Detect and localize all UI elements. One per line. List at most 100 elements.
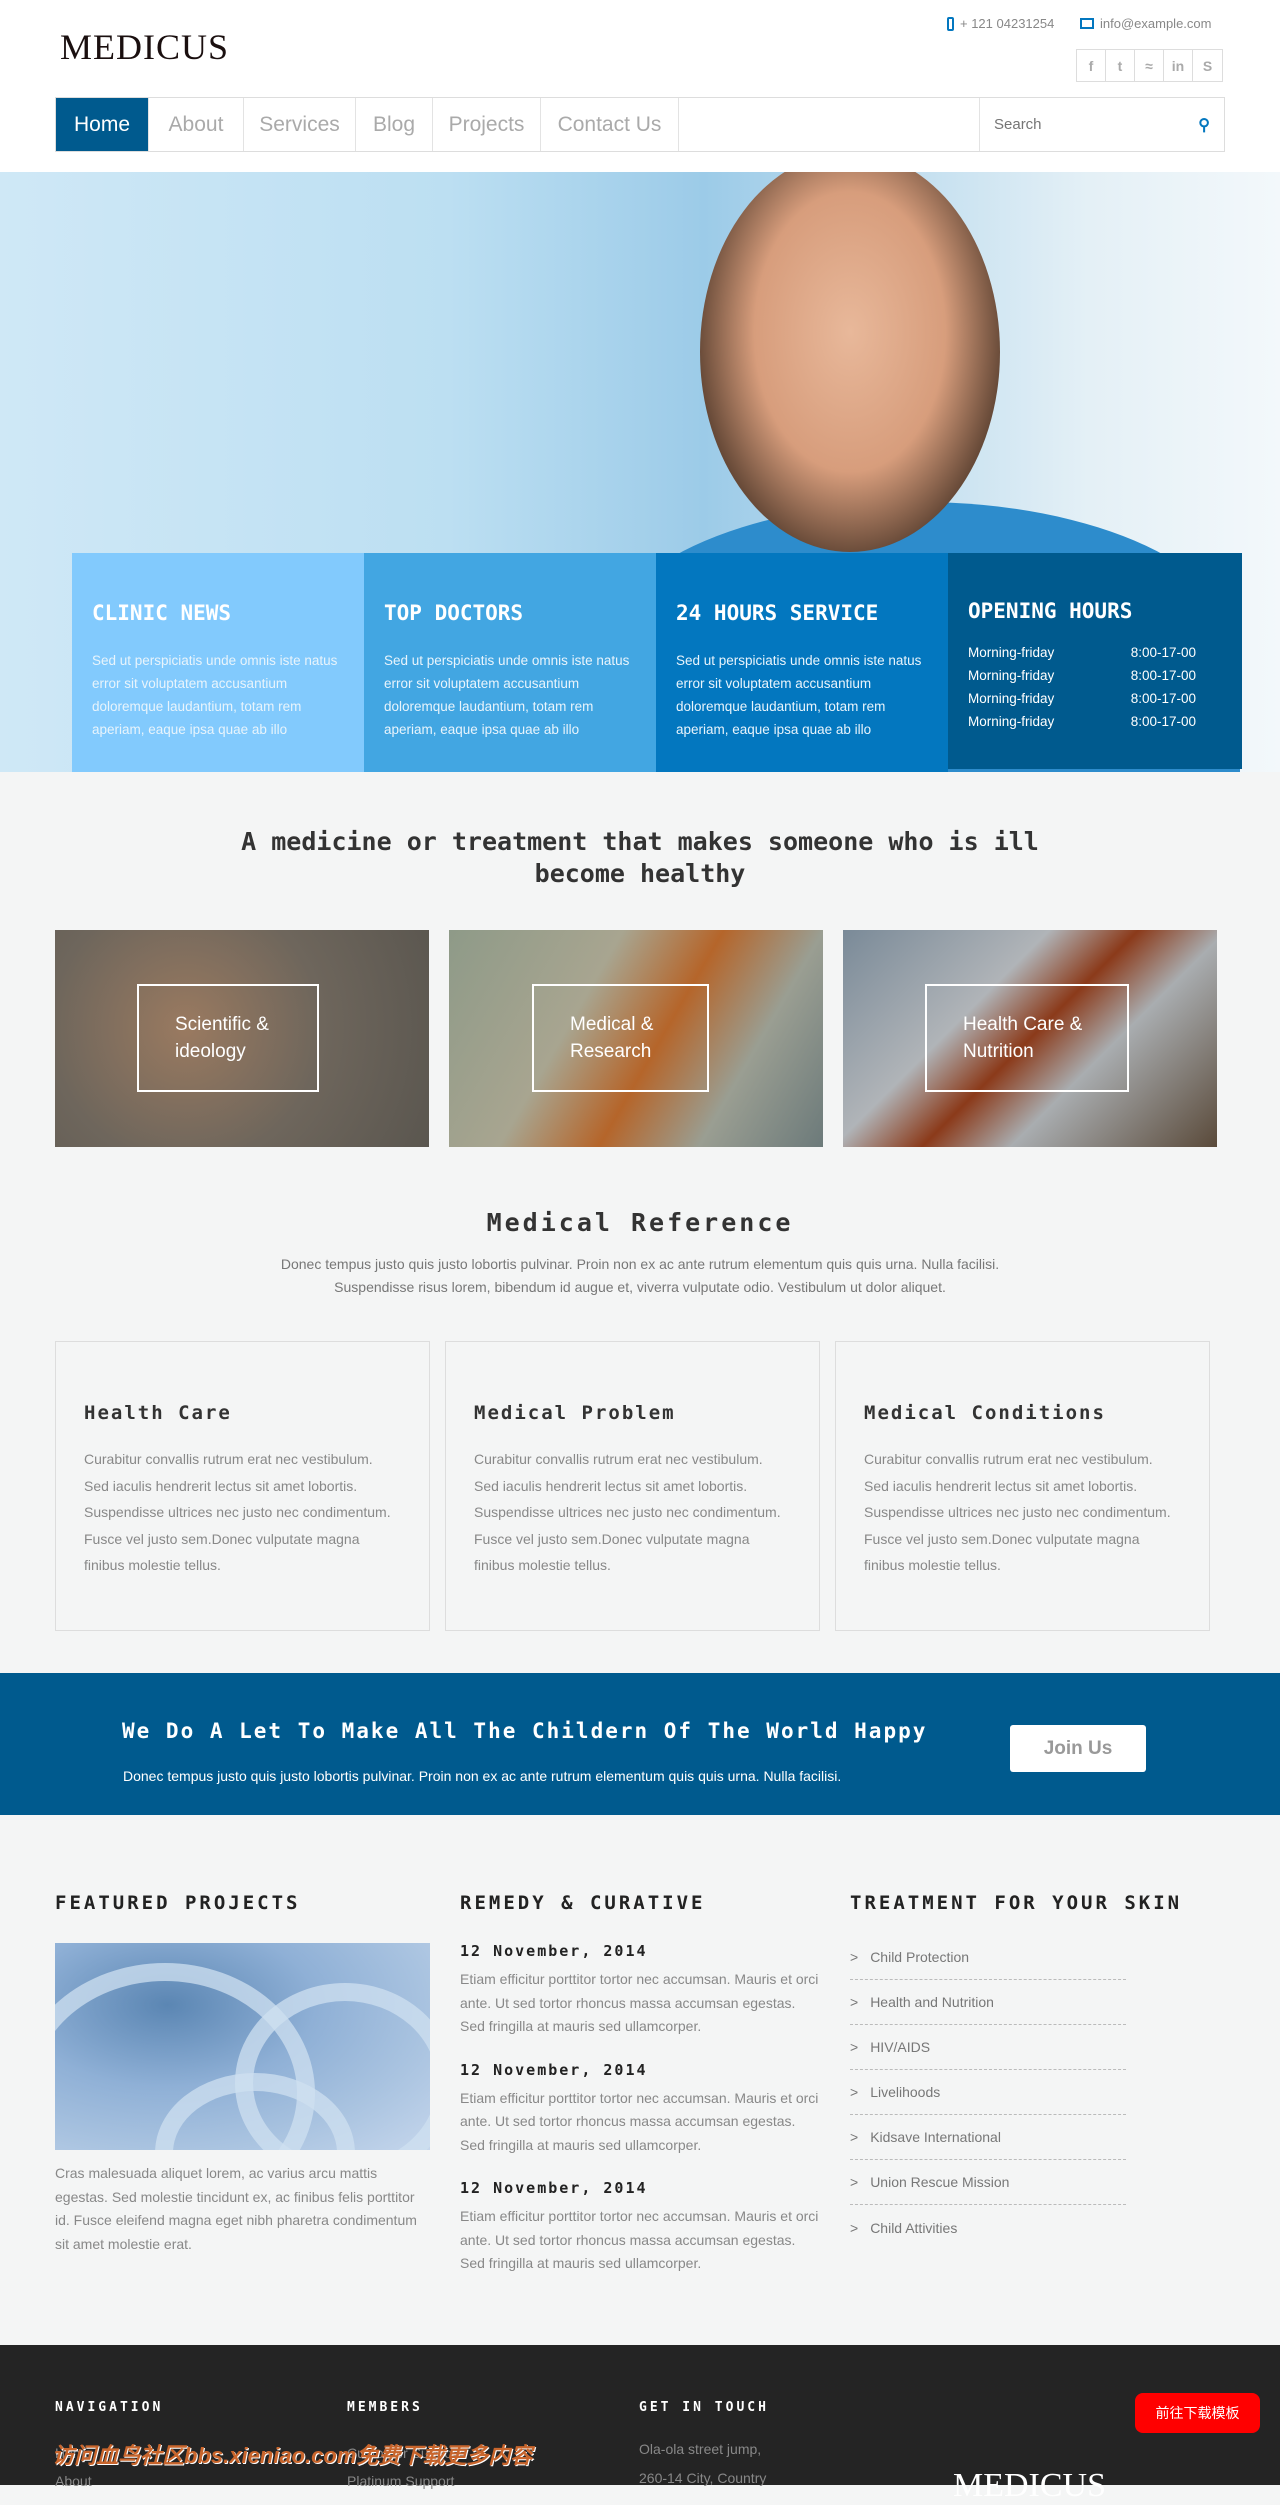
box-text: Sed ut perspiciatis unde omnis iste natu… (676, 653, 922, 737)
reference-lead: Donec tempus justo quis justo lobortis p… (200, 1253, 1080, 1299)
footer-link-platinum-support[interactable]: Platinum Support (347, 2473, 454, 2489)
download-template-button[interactable]: 前往下载模板 (1135, 2393, 1260, 2433)
rss-icon[interactable]: ≈ (1135, 50, 1164, 81)
facebook-icon[interactable]: f (1077, 50, 1106, 81)
reference-card: Health Care Curabitur convallis rutrum e… (55, 1341, 430, 1631)
card-text: Curabitur convallis rutrum erat nec vest… (474, 1451, 781, 1573)
card-text: Curabitur convallis rutrum erat nec vest… (84, 1451, 391, 1573)
nav-blog[interactable]: Blog (356, 98, 433, 151)
box-title: OPENING HOURS (968, 599, 1133, 623)
list-item[interactable]: > HIV/AIDS (850, 2025, 1126, 2070)
banner-title: We Do A Let To Make All The Childern Of … (122, 1719, 928, 1743)
list-item[interactable]: > Kidsave International (850, 2115, 1126, 2160)
chevron-right-icon: > (850, 2129, 859, 2145)
card-label: Research (570, 1041, 652, 1062)
hours-day: Morning-friday (968, 645, 1055, 660)
email-address[interactable]: info@example.com (1100, 16, 1211, 31)
image-card-research[interactable]: Medical & Research (449, 930, 823, 1147)
card-frame: Medical & Research (532, 984, 709, 1092)
phone-contact: + 121 04231254 (947, 16, 1054, 31)
clinic-news-box: CLINIC NEWS Sed ut perspiciatis unde omn… (72, 553, 364, 772)
footer-link-about[interactable]: About (55, 2473, 92, 2489)
footer-address: Ola-ola street jump, (639, 2441, 762, 2457)
post-text: Etiam efficitur porttitor tortor nec acc… (460, 2089, 819, 2153)
list-item[interactable]: > Child Protection (850, 1935, 1126, 1980)
list-item[interactable]: > Livelihoods (850, 2070, 1126, 2115)
card-frame: Health Care & Nutrition (925, 984, 1129, 1092)
hours-day: Morning-friday (968, 668, 1055, 683)
banner-text: Donec tempus justo quis justo lobortis p… (123, 1768, 842, 1784)
lead-line: Donec tempus justo quis justo lobortis p… (280, 1256, 1000, 1272)
hours-time: 8:00-17-00 (1130, 714, 1196, 729)
post-date: 12 November, 2014 (460, 2179, 648, 2197)
social-links: f t ≈ in S (1076, 49, 1223, 82)
box-title: CLINIC NEWS (92, 601, 232, 625)
search-icon[interactable]: ⚲ (1198, 115, 1210, 135)
featured-image[interactable] (55, 1943, 430, 2150)
list-link[interactable]: HIV/AIDS (870, 2039, 930, 2055)
list-link[interactable]: Health and Nutrition (870, 1994, 994, 2010)
watermark: 访问血鸟社区bbs.xieniao.com免费下载更多内容 (52, 2443, 533, 2468)
list-item[interactable]: > Health and Nutrition (850, 1980, 1126, 2025)
search-box: ⚲ (979, 98, 1224, 151)
tagline-heading: A medicine or treatment that makes someo… (241, 827, 1039, 888)
chevron-right-icon: > (850, 2039, 859, 2055)
nav-home[interactable]: Home (56, 98, 149, 151)
remedy-posts: 12 November, 2014 Etiam efficitur portti… (460, 1942, 820, 2298)
box-title: TOP DOCTORS (384, 601, 524, 625)
hours-day: Morning-friday (968, 691, 1055, 706)
search-input[interactable] (994, 116, 1174, 133)
list-item[interactable]: > Child Attivities (850, 2205, 1126, 2250)
box-title: 24 HOURS SERVICE (676, 601, 879, 625)
email-contact[interactable]: info@example.com (1080, 16, 1211, 31)
nav-about[interactable]: About (149, 98, 244, 151)
list-link[interactable]: Union Rescue Mission (870, 2174, 1009, 2190)
card-title: Medical Problem (474, 1402, 676, 1424)
card-label: Nutrition (963, 1041, 1034, 1062)
list-link[interactable]: Kidsave International (870, 2129, 1001, 2145)
service-box: 24 HOURS SERVICE Sed ut perspiciatis und… (656, 553, 948, 772)
twitter-icon[interactable]: t (1106, 50, 1135, 81)
card-title: Health Care (84, 1402, 232, 1424)
chevron-right-icon: > (850, 2174, 859, 2190)
chevron-right-icon: > (850, 2219, 859, 2236)
remedy-title: REMEDY & CURATIVE (460, 1892, 706, 1914)
chevron-right-icon: > (850, 2084, 859, 2100)
list-link[interactable]: Livelihoods (870, 2084, 940, 2100)
post-text: Etiam efficitur porttitor tortor nec acc… (460, 1971, 819, 2034)
skin-title: TREATMENT FOR YOUR SKIN (850, 1892, 1183, 1914)
footer-logo: MEDICUS (953, 2467, 1107, 2504)
skype-icon[interactable]: S (1193, 50, 1222, 81)
image-card-nutrition[interactable]: Health Care & Nutrition (843, 930, 1217, 1147)
opening-hours-box: OPENING HOURS Morning-friday 8:00-17-00 M… (948, 553, 1242, 769)
nav-services[interactable]: Services (244, 98, 356, 151)
phone-number: + 121 04231254 (960, 16, 1055, 31)
hours-row: Morning-friday 8:00-17-00 (968, 641, 1222, 664)
image-card-scientific[interactable]: Scientific & ideology (55, 930, 429, 1147)
card-frame: Scientific & ideology (137, 984, 319, 1092)
cta-banner: We Do A Let To Make All The Childern Of … (0, 1673, 1280, 1815)
list-link[interactable]: Child Attivities (870, 2220, 957, 2236)
hours-row: Morning-friday 8:00-17-00 (968, 710, 1222, 733)
card-label: Scientific & (175, 1014, 269, 1035)
lead-line: Suspendisse risus lorem, bibendum id aug… (334, 1279, 946, 1295)
reference-title: Medical Reference (486, 1208, 794, 1237)
hours-day: Morning-friday (968, 714, 1055, 729)
post-date: 12 November, 2014 (460, 2060, 648, 2079)
logo[interactable]: MEDICUS (60, 26, 229, 68)
nav-projects[interactable]: Projects (433, 98, 541, 151)
linkedin-icon[interactable]: in (1164, 50, 1193, 81)
hours-time: 8:00-17-00 (1130, 691, 1196, 706)
nav-contact[interactable]: Contact Us (541, 98, 679, 151)
hours-time: 8:00-17-00 (1130, 645, 1196, 660)
list-link[interactable]: Child Protection (870, 1949, 969, 1965)
footer-nav-title: NAVIGATION (55, 2400, 164, 2415)
featured-text: Cras malesuada aliquet lorem, ac varius … (55, 2165, 417, 2252)
hours-row: Morning-friday 8:00-17-00 (968, 687, 1222, 710)
skin-list: > Child Protection > Health and Nutrition … (850, 1935, 1126, 2250)
list-item[interactable]: > Union Rescue Mission (850, 2160, 1126, 2205)
card-label: ideology (175, 1041, 246, 1062)
featured-title: FEATURED PROJECTS (55, 1892, 301, 1914)
post-text: Etiam efficitur porttitor tortor nec acc… (460, 2208, 819, 2271)
join-us-button[interactable]: Join Us (1010, 1725, 1146, 1772)
